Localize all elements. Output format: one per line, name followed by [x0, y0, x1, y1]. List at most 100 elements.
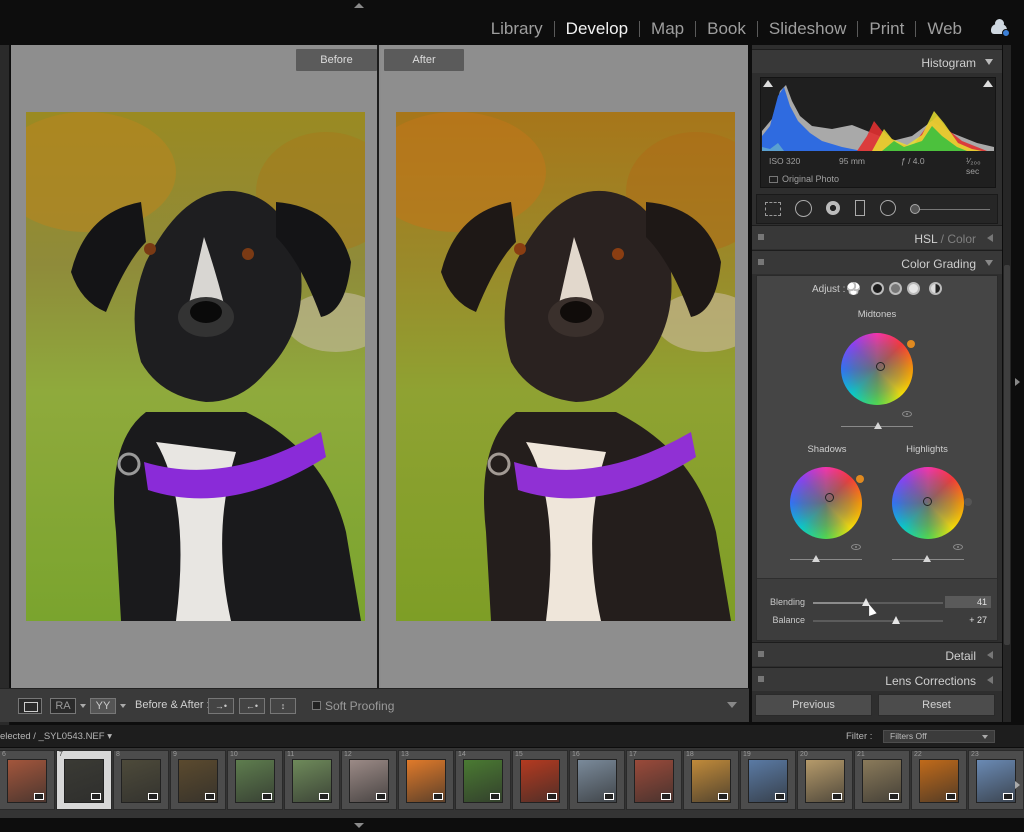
color-title[interactable]: Color: [947, 232, 976, 246]
highlights-view-icon[interactable]: [907, 282, 920, 295]
panel-switch-icon[interactable]: [758, 259, 764, 265]
filmstrip-thumbnail[interactable]: 10: [227, 750, 283, 810]
color-grading-header[interactable]: Color Grading: [752, 250, 1002, 274]
chevron-left-icon[interactable]: [987, 651, 993, 659]
collapse-right-panel-icon[interactable]: [1015, 378, 1020, 386]
filmstrip-scroll-right-icon[interactable]: [1015, 781, 1020, 789]
histogram[interactable]: ISO 320 95 mm ƒ / 4.0 ¹⁄₂₀₀ sec Original…: [760, 77, 996, 188]
left-panel-collapsed[interactable]: [0, 45, 10, 725]
filter-select[interactable]: Filters Off: [883, 730, 995, 743]
soft-proofing-checkbox[interactable]: [312, 701, 321, 710]
collapse-filmstrip-icon[interactable]: [354, 823, 364, 828]
chevron-down-icon[interactable]: [120, 704, 126, 708]
global-view-icon[interactable]: [929, 282, 942, 295]
filmstrip-thumbnail[interactable]: 6: [0, 750, 55, 810]
filmstrip-thumbnail[interactable]: 18: [683, 750, 739, 810]
filmstrip-thumbnail[interactable]: 15: [512, 750, 568, 810]
shadows-wheel-point[interactable]: [825, 493, 834, 502]
blending-slider[interactable]: [813, 598, 943, 606]
filmstrip-thumbnail[interactable]: 16: [569, 750, 625, 810]
eye-icon[interactable]: [851, 544, 861, 550]
filmstrip-thumbnail[interactable]: 22: [911, 750, 967, 810]
midtones-luminance-thumb[interactable]: [874, 422, 882, 429]
highlights-hue-knob[interactable]: [964, 498, 972, 506]
toolbar-menu-icon[interactable]: [727, 702, 737, 708]
red-eye-tool-icon[interactable]: [826, 201, 840, 215]
original-photo-checkbox[interactable]: [769, 176, 778, 183]
module-print[interactable]: Print: [869, 19, 904, 39]
radial-filter-icon[interactable]: [880, 200, 896, 216]
eye-icon[interactable]: [902, 411, 912, 417]
shadows-hue-knob[interactable]: [856, 475, 864, 483]
module-book[interactable]: Book: [707, 19, 746, 39]
collapse-top-panel-icon[interactable]: [354, 3, 364, 8]
filmstrip-thumbnail[interactable]: 17: [626, 750, 682, 810]
swap-before-after-button[interactable]: ↕: [270, 698, 296, 714]
shadows-luminance-thumb[interactable]: [812, 555, 820, 562]
graduated-filter-icon[interactable]: [855, 200, 865, 216]
filmstrip-thumbnail[interactable]: 7: [56, 750, 112, 810]
blending-value[interactable]: 41: [945, 596, 991, 608]
filmstrip-thumbnail[interactable]: 20: [797, 750, 853, 810]
panel-switch-icon[interactable]: [758, 676, 764, 682]
shadows-view-icon[interactable]: [871, 282, 884, 295]
balance-slider[interactable]: [813, 616, 943, 624]
chevron-down-icon[interactable]: [985, 59, 993, 65]
previous-button[interactable]: Previous: [755, 694, 872, 716]
thumbnail-index: 8: [116, 751, 120, 758]
lens-corrections-header[interactable]: Lens Corrections: [752, 667, 1002, 691]
midtones-wheel-point[interactable]: [876, 362, 885, 371]
shadows-color-wheel[interactable]: [790, 467, 862, 539]
eye-icon[interactable]: [953, 544, 963, 550]
module-slideshow[interactable]: Slideshow: [769, 19, 847, 39]
module-develop[interactable]: Develop: [566, 19, 628, 39]
midtones-view-icon[interactable]: [889, 282, 902, 295]
right-panel-scroll-thumb[interactable]: [1004, 265, 1010, 645]
crop-tool-icon[interactable]: [765, 202, 781, 216]
hsl-title[interactable]: HSL: [914, 232, 937, 246]
chevron-left-icon[interactable]: [987, 234, 993, 242]
filmstrip-thumbnail[interactable]: 23: [968, 750, 1024, 810]
chevron-down-icon[interactable]: [80, 704, 86, 708]
healing-tool-icon[interactable]: [795, 200, 812, 217]
midtones-hue-knob[interactable]: [907, 340, 915, 348]
filmstrip-thumbnail[interactable]: 12: [341, 750, 397, 810]
highlight-clipping-icon[interactable]: [983, 80, 993, 87]
copy-after-to-before-button[interactable]: ←•: [239, 698, 265, 714]
filmstrip-thumbnail[interactable]: 11: [284, 750, 340, 810]
filmstrip-thumbnail[interactable]: 14: [455, 750, 511, 810]
filmstrip-thumbnail[interactable]: 19: [740, 750, 796, 810]
highlights-wheel-point[interactable]: [923, 497, 932, 506]
detail-header[interactable]: Detail: [752, 642, 1002, 666]
filmstrip-thumbnail[interactable]: 13: [398, 750, 454, 810]
highlights-luminance-thumb[interactable]: [923, 555, 931, 562]
chevron-left-icon[interactable]: [987, 676, 993, 684]
after-photo[interactable]: [396, 112, 735, 621]
balance-value[interactable]: + 27: [945, 614, 991, 626]
filmstrip-source-path[interactable]: elected / _SYL0543.NEF ▾: [0, 731, 112, 742]
module-map[interactable]: Map: [651, 19, 684, 39]
shadow-clipping-icon[interactable]: [763, 80, 773, 87]
before-after-left-right-button[interactable]: RA: [50, 698, 76, 714]
before-after-split-button[interactable]: YY: [90, 698, 116, 714]
filmstrip-thumbnail[interactable]: 21: [854, 750, 910, 810]
balance-slider-thumb[interactable]: [892, 616, 900, 624]
filmstrip-thumbnail[interactable]: 8: [113, 750, 169, 810]
histogram-header[interactable]: Histogram: [752, 49, 1002, 73]
shadows-luminance-track[interactable]: [790, 559, 862, 560]
brush-size-track[interactable]: [910, 209, 990, 210]
chevron-down-icon[interactable]: [985, 260, 993, 266]
module-library[interactable]: Library: [491, 19, 543, 39]
three-way-view-icon[interactable]: [847, 282, 860, 295]
hsl-color-header[interactable]: HSL / Color: [752, 225, 1002, 249]
before-photo[interactable]: [26, 112, 365, 621]
reset-button[interactable]: Reset: [878, 694, 995, 716]
copy-before-to-after-button[interactable]: →•: [208, 698, 234, 714]
loupe-view-button[interactable]: [18, 698, 42, 714]
cloud-sync-icon[interactable]: [991, 19, 1010, 37]
panel-switch-icon[interactable]: [758, 234, 764, 240]
module-web[interactable]: Web: [927, 19, 962, 39]
panel-switch-icon[interactable]: [758, 651, 764, 657]
adjustment-brush-icon[interactable]: [910, 204, 920, 214]
filmstrip-thumbnail[interactable]: 9: [170, 750, 226, 810]
